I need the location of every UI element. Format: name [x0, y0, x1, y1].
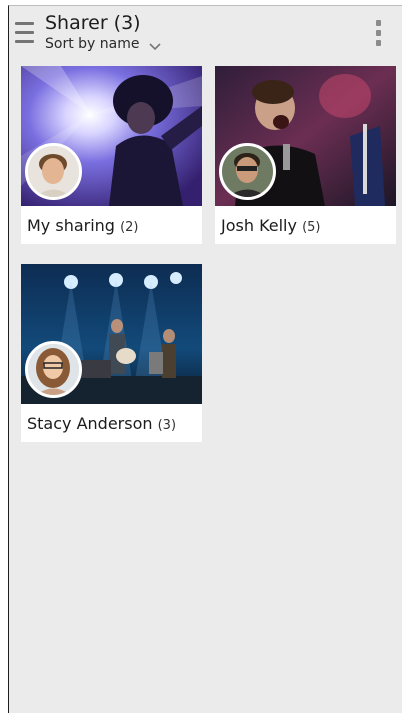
avatar: [219, 143, 276, 200]
toolbar: Sharer (3) Sort by name: [9, 6, 402, 62]
sharer-label: My sharing (2): [27, 216, 138, 235]
chevron-down-icon: [148, 39, 162, 51]
sharer-label: Josh Kelly (5): [221, 216, 320, 235]
item-count: (5): [302, 220, 321, 235]
overflow-menu-icon[interactable]: [373, 20, 383, 48]
sharer-card-my-sharing[interactable]: My sharing (2): [21, 66, 202, 244]
screen: Sharer (3) Sort by name My sharing (2) J…: [8, 5, 402, 713]
sharer-name: Josh Kelly: [221, 216, 297, 235]
item-count: (2): [120, 220, 139, 235]
title-block: Sharer (3) Sort by name: [45, 12, 162, 53]
avatar: [25, 341, 82, 398]
sharer-name: Stacy Anderson: [27, 414, 153, 433]
sharer-label: Stacy Anderson (3): [27, 414, 176, 433]
sharer-card-stacy-anderson[interactable]: Stacy Anderson (3): [21, 264, 202, 442]
sort-selector[interactable]: Sort by name: [45, 35, 162, 53]
item-count: (3): [157, 418, 177, 433]
sort-label: Sort by name: [45, 36, 140, 52]
sharer-name: My sharing: [27, 216, 115, 235]
page-title: Sharer (3): [45, 12, 141, 34]
hamburger-menu-icon[interactable]: [15, 20, 37, 46]
avatar: [25, 143, 82, 200]
sharer-card-josh-kelly[interactable]: Josh Kelly (5): [215, 66, 396, 244]
